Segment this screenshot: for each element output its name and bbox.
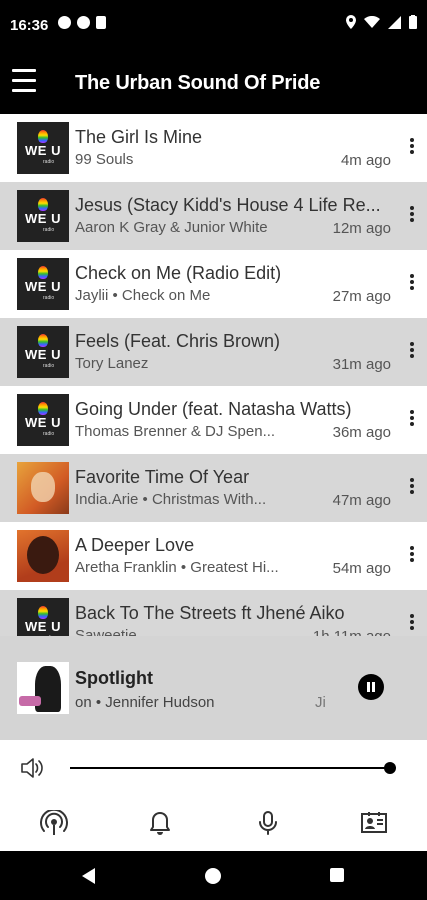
track-row[interactable]: WE Uradio Jesus (Stacy Kidd's House 4 Li…: [0, 182, 427, 250]
app-notification-icon: [77, 16, 90, 29]
more-options-icon[interactable]: [407, 274, 417, 294]
now-playing-artist: on • Jennifer Hudson Ji: [75, 694, 326, 711]
recent-apps-icon[interactable]: [330, 868, 344, 882]
track-artist: 99 Souls: [75, 151, 134, 168]
now-playing-bar[interactable]: Spotlight on • Jennifer Hudson Ji: [0, 636, 427, 740]
track-row[interactable]: Favorite Time Of Year India.Arie • Chris…: [0, 454, 427, 522]
now-playing-album-art: [17, 662, 69, 714]
track-artist: Tory Lanez: [75, 355, 149, 372]
notifications-icon[interactable]: [147, 810, 177, 836]
track-row[interactable]: WE Uradio Going Under (feat. Natasha Wat…: [0, 386, 427, 454]
track-row[interactable]: WE Uradio Check on Me (Radio Edit) Jayli…: [0, 250, 427, 318]
track-artist: Thomas Brenner & DJ Spen...: [75, 423, 276, 440]
track-title: Going Under (feat. Natasha Watts): [75, 399, 352, 419]
page-title: The Urban Sound Of Pride: [75, 72, 321, 94]
app-bar: The Urban Sound Of Pride: [0, 52, 427, 114]
battery-icon: [409, 15, 417, 29]
track-title: Back To The Streets ft Jhené Aiko: [75, 603, 345, 623]
track-artist: India.Arie • Christmas With...: [75, 491, 267, 508]
more-options-icon[interactable]: [407, 478, 417, 498]
album-art-thumbnail: [17, 462, 69, 514]
track-title: Check on Me (Radio Edit): [75, 263, 282, 283]
status-system-icons: [346, 15, 417, 29]
location-icon: [346, 15, 356, 29]
more-options-icon[interactable]: [407, 206, 417, 226]
more-options-icon[interactable]: [407, 410, 417, 430]
track-row[interactable]: WE Uradio Feels (Feat. Chris Brown) Tory…: [0, 318, 427, 386]
status-bar: 16:36: [0, 0, 427, 52]
track-played-time: 47m ago: [332, 492, 391, 509]
more-options-icon[interactable]: [407, 138, 417, 158]
track-title: Jesus (Stacy Kidd's House 4 Life Re...: [75, 195, 381, 215]
track-artist: Jaylii • Check on Me: [75, 287, 211, 304]
station-logo-thumbnail: WE Uradio: [17, 258, 69, 310]
track-played-time: 36m ago: [332, 424, 391, 441]
track-artist: Aretha Franklin • Greatest Hi...: [75, 559, 279, 576]
sim-card-icon: [96, 16, 106, 29]
volume-slider-track[interactable]: [70, 767, 390, 769]
status-time: 16:36: [10, 17, 49, 34]
station-logo-thumbnail: WE Uradio: [17, 190, 69, 242]
track-played-time: 31m ago: [332, 356, 391, 373]
media-icon: [58, 16, 71, 29]
track-title: A Deeper Love: [75, 535, 195, 555]
album-art-thumbnail: [17, 530, 69, 582]
station-logo-thumbnail: WE Uradio: [17, 598, 69, 636]
system-navigation-bar: [0, 851, 427, 900]
track-row[interactable]: A Deeper Love Aretha Franklin • Greatest…: [0, 522, 427, 590]
station-logo-thumbnail: WE Uradio: [17, 394, 69, 446]
hamburger-menu-icon[interactable]: [12, 69, 36, 92]
track-played-time: 12m ago: [332, 220, 391, 237]
track-row[interactable]: WE Uradio The Girl Is Mine 99 Souls 4m a…: [0, 114, 427, 182]
track-played-time: 1h 11m ago: [313, 628, 391, 636]
contact-card-icon[interactable]: [360, 810, 390, 836]
pause-button[interactable]: [358, 674, 384, 700]
track-artist: Aaron K Gray & Junior White: [75, 219, 268, 236]
status-notification-icons: [58, 16, 106, 29]
back-icon[interactable]: [82, 868, 95, 884]
bottom-navigation: [0, 796, 427, 851]
wifi-icon: [364, 16, 380, 28]
track-title: Favorite Time Of Year: [75, 467, 250, 487]
track-artist: Saweetie: [75, 627, 137, 636]
track-played-time: 54m ago: [332, 560, 391, 577]
track-history-list[interactable]: WE Uradio The Girl Is Mine 99 Souls 4m a…: [0, 114, 427, 636]
volume-slider-thumb[interactable]: [384, 762, 396, 774]
home-icon[interactable]: [205, 868, 221, 884]
track-played-time: 4m ago: [340, 152, 391, 169]
volume-control: [0, 740, 427, 796]
more-options-icon[interactable]: [407, 546, 417, 566]
more-options-icon[interactable]: [407, 342, 417, 362]
signal-icon: [388, 15, 401, 29]
station-logo-thumbnail: WE Uradio: [17, 122, 69, 174]
live-radio-icon[interactable]: [39, 808, 69, 836]
microphone-icon[interactable]: [255, 810, 285, 836]
volume-icon[interactable]: [20, 757, 44, 779]
track-title: The Girl Is Mine: [75, 127, 203, 147]
track-row[interactable]: WE Uradio Back To The Streets ft Jhené A…: [0, 590, 427, 636]
now-playing-title: Spotlight: [75, 668, 153, 688]
station-logo-thumbnail: WE Uradio: [17, 326, 69, 378]
track-played-time: 27m ago: [332, 288, 391, 305]
track-title: Feels (Feat. Chris Brown): [75, 331, 281, 351]
more-options-icon[interactable]: [407, 614, 417, 634]
